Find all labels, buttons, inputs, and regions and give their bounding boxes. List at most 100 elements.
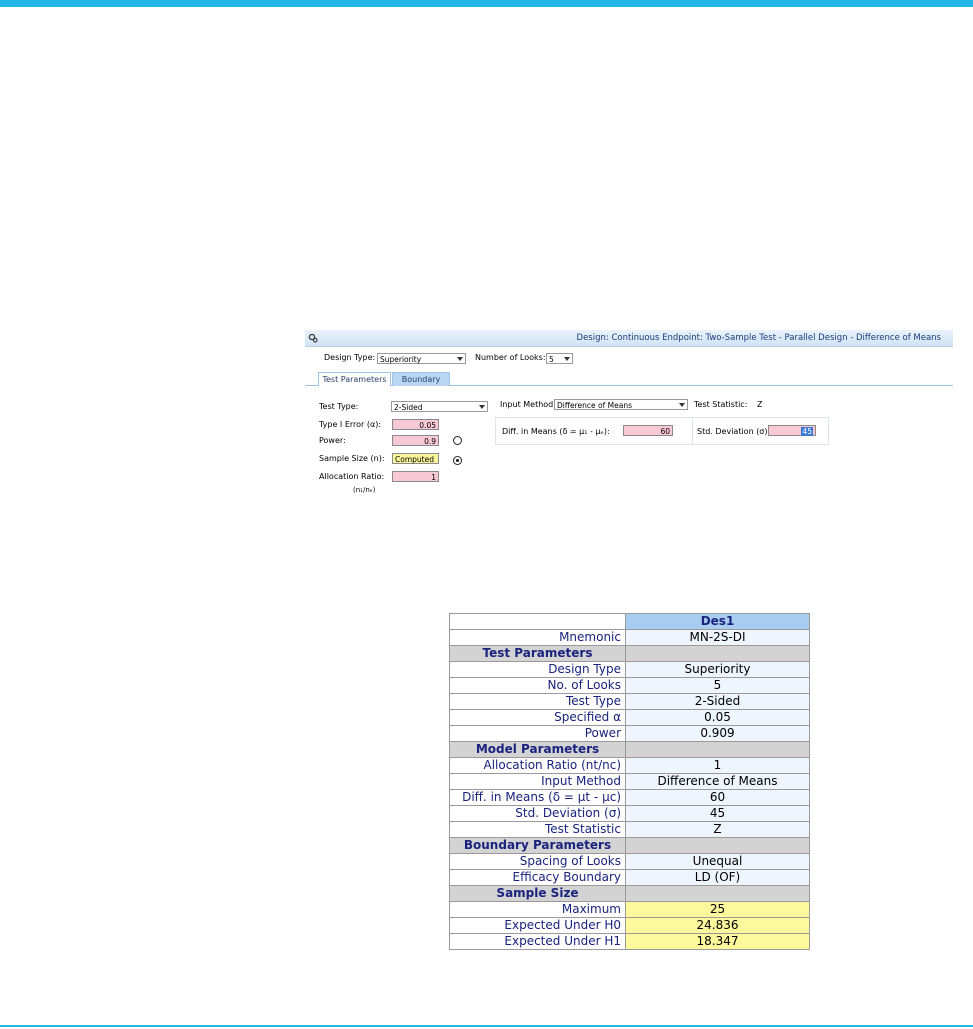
diff-means-input[interactable]: 60	[623, 425, 673, 436]
power-input[interactable]: 0.9	[392, 435, 439, 446]
table-row: Specified α 0.05	[449, 709, 810, 726]
num-looks-label: Number of Looks:	[475, 353, 546, 362]
row-value: Superiority	[625, 661, 810, 678]
test-type-label: Test Type:	[319, 402, 359, 411]
input-method-value: Difference of Means	[557, 401, 633, 410]
section-blank	[625, 885, 810, 902]
test-statistic-label: Test Statistic:	[694, 400, 748, 409]
row-value: 0.909	[625, 725, 810, 742]
row-value: 5	[625, 677, 810, 694]
row-label: Specified α	[449, 709, 626, 726]
table-row: Expected Under H1 18.347	[449, 933, 810, 950]
chevron-down-icon	[479, 405, 485, 409]
table-row: Std. Deviation (σ) 45	[449, 805, 810, 822]
design-column-header[interactable]: Des1	[625, 613, 810, 630]
row-value: 45	[625, 805, 810, 822]
row-label: Std. Deviation (σ)	[449, 805, 626, 822]
table-row: Efficacy Boundary LD (OF)	[449, 869, 810, 886]
design-type-select[interactable]: Superiority	[377, 353, 466, 364]
allocation-ratio-input[interactable]: 1	[392, 471, 439, 482]
table-section-row: Model Parameters	[449, 741, 810, 758]
table-row: Spacing of Looks Unequal	[449, 853, 810, 870]
row-label: Input Method	[449, 773, 626, 790]
row-value: LD (OF)	[625, 869, 810, 886]
chevron-down-icon	[564, 357, 570, 361]
std-dev-selected-text: 45	[801, 427, 813, 436]
allocation-ratio-sublabel: (n₁/nₑ)	[353, 486, 376, 494]
tab-test-parameters[interactable]: Test Parameters	[318, 372, 391, 386]
row-value: Unequal	[625, 853, 810, 870]
row-label: No. of Looks	[449, 677, 626, 694]
design-output-table: Des1 Mnemonic MN-2S-DI Test Parameters Desi…	[449, 613, 810, 950]
row-label: Test Statistic	[449, 821, 626, 838]
section-label: Sample Size	[449, 885, 626, 902]
row-value: 60	[625, 789, 810, 806]
type1-error-label: Type I Error (α):	[319, 420, 382, 429]
row-label: Power	[449, 725, 626, 742]
input-method-label: Input Method:	[500, 400, 556, 409]
dialog-title-bar: Design: Continuous Endpoint: Two-Sample …	[305, 330, 953, 347]
header-blank-cell	[449, 613, 626, 630]
num-looks-value: 5	[549, 355, 554, 364]
row-label: Expected Under H1	[449, 933, 626, 950]
row-value: 0.05	[625, 709, 810, 726]
diff-means-label: Diff. in Means (δ = μ₁ - μₑ):	[502, 427, 610, 436]
row-value: Z	[625, 821, 810, 838]
section-blank	[625, 741, 810, 758]
table-row: Diff. in Means (δ = μt - μc) 60	[449, 789, 810, 806]
test-type-value: 2-Sided	[394, 403, 423, 412]
bottom-accent-line	[0, 1025, 973, 1027]
table-row: Allocation Ratio (nt/nc) 1	[449, 757, 810, 774]
sample-size-label: Sample Size (n):	[319, 454, 385, 463]
table-section-row: Sample Size	[449, 885, 810, 902]
power-label: Power:	[319, 436, 346, 445]
type1-error-input[interactable]: 0.05	[392, 419, 439, 430]
row-value: 24.836	[625, 917, 810, 934]
row-label: Mnemonic	[449, 629, 626, 646]
radio-selected-dot	[456, 459, 459, 462]
std-dev-label: Std. Deviation (σ):	[697, 427, 771, 436]
sample-size-input[interactable]: Computed	[392, 453, 439, 464]
test-type-select[interactable]: 2-Sided	[391, 401, 488, 412]
top-accent-bar	[0, 0, 973, 7]
table-row: No. of Looks 5	[449, 677, 810, 694]
allocation-ratio-label: Allocation Ratio:	[319, 472, 385, 481]
row-label: Expected Under H0	[449, 917, 626, 934]
table-row: Power 0.909	[449, 725, 810, 742]
row-label: Maximum	[449, 901, 626, 918]
design-type-label: Design Type:	[324, 353, 376, 362]
table-row: Expected Under H0 24.836	[449, 917, 810, 934]
design-input-dialog: Design: Continuous Endpoint: Two-Sample …	[305, 330, 953, 502]
gear-icon[interactable]	[308, 333, 318, 343]
section-label: Test Parameters	[449, 645, 626, 662]
tab-boundary[interactable]: Boundary	[392, 372, 450, 386]
row-label: Design Type	[449, 661, 626, 678]
row-value: 25	[625, 901, 810, 918]
design-type-value: Superiority	[380, 355, 422, 364]
row-value: Difference of Means	[625, 773, 810, 790]
table-row: Maximum 25	[449, 901, 810, 918]
section-label: Model Parameters	[449, 741, 626, 758]
test-statistic-value: Z	[757, 400, 763, 409]
section-label: Boundary Parameters	[449, 837, 626, 854]
input-method-select[interactable]: Difference of Means	[554, 399, 688, 410]
dialog-title: Design: Continuous Endpoint: Two-Sample …	[576, 333, 941, 343]
std-dev-input[interactable]: 45	[768, 425, 816, 436]
power-radio[interactable]	[453, 436, 462, 445]
row-label: Allocation Ratio (nt/nc)	[449, 757, 626, 774]
table-row: Design Type Superiority	[449, 661, 810, 678]
row-label: Efficacy Boundary	[449, 869, 626, 886]
row-value: 1	[625, 757, 810, 774]
chevron-down-icon	[457, 357, 463, 361]
table-row: Test Type 2-Sided	[449, 693, 810, 710]
row-value: 18.347	[625, 933, 810, 950]
section-blank	[625, 837, 810, 854]
section-blank	[625, 645, 810, 662]
row-value: MN-2S-DI	[625, 629, 810, 646]
row-label: Diff. in Means (δ = μt - μc)	[449, 789, 626, 806]
table-section-row: Test Parameters	[449, 645, 810, 662]
chevron-down-icon	[679, 403, 685, 407]
sample-size-radio[interactable]	[453, 456, 462, 465]
num-looks-select[interactable]: 5	[546, 353, 573, 364]
row-value: 2-Sided	[625, 693, 810, 710]
